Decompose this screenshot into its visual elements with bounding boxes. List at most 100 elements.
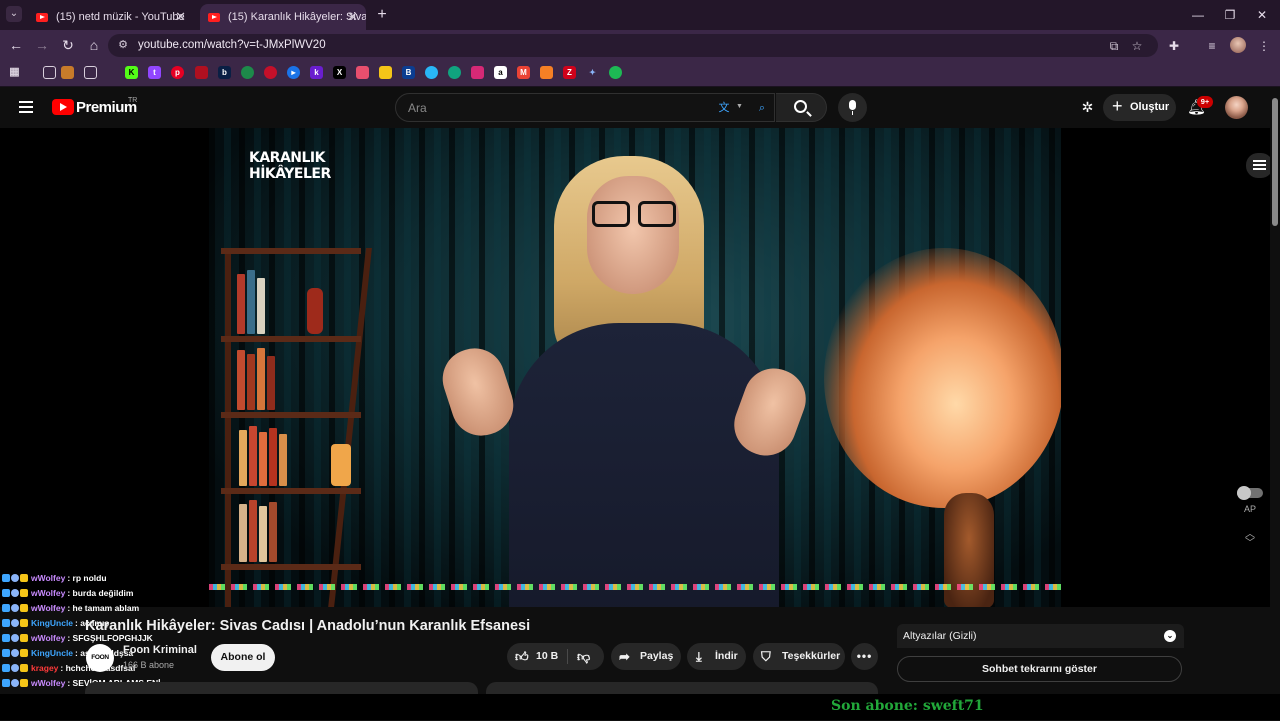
youtube-favicon-icon xyxy=(208,13,220,22)
share-icon: ➦ xyxy=(619,649,630,664)
browser-profile-avatar[interactable] xyxy=(1230,37,1246,53)
folder-icon[interactable] xyxy=(84,66,97,79)
site-info-icon[interactable]: ⚙ xyxy=(116,38,130,52)
extension-icon[interactable]: k xyxy=(310,66,323,79)
amazon-icon[interactable]: a xyxy=(494,66,507,79)
stream-overlay-bar xyxy=(0,694,1280,720)
instagram-icon[interactable] xyxy=(471,66,484,79)
extension-icon[interactable] xyxy=(448,66,461,79)
bing-icon[interactable]: b xyxy=(218,66,231,79)
extension-icon[interactable] xyxy=(379,66,392,79)
extension-icon[interactable] xyxy=(195,66,208,79)
kick-icon[interactable]: K xyxy=(125,66,138,79)
extension-search-icon[interactable]: ⌕ xyxy=(753,99,771,117)
bookmark-icon[interactable] xyxy=(61,66,74,79)
back-icon[interactable]: ← xyxy=(7,36,25,54)
voice-search-button[interactable] xyxy=(838,93,867,122)
extension-icon[interactable] xyxy=(264,66,277,79)
description-box[interactable] xyxy=(85,682,478,694)
download-button[interactable]: ⤓ İndir xyxy=(687,643,746,670)
folder-icon[interactable] xyxy=(43,66,56,79)
home-icon[interactable]: ⌂ xyxy=(85,36,103,54)
more-actions-icon[interactable]: ••• xyxy=(851,643,878,670)
page-scrollbar[interactable] xyxy=(1270,88,1280,694)
install-app-icon[interactable]: ⧉ xyxy=(1106,38,1122,54)
chat-username[interactable]: kragey xyxy=(31,663,58,673)
twitch-icon[interactable]: t xyxy=(148,66,161,79)
like-count[interactable]: 10 B xyxy=(536,643,558,670)
cast-extension-icon[interactable]: ✲ xyxy=(1079,99,1096,116)
extension-icon[interactable]: ✦ xyxy=(586,66,599,79)
thanks-label: Teşekkürler xyxy=(782,650,841,662)
playlist-icon[interactable] xyxy=(1246,153,1273,178)
chat-badges-icon xyxy=(2,619,29,628)
search-button[interactable] xyxy=(776,93,827,122)
description-box[interactable] xyxy=(486,682,878,694)
translate-icon[interactable]: 文 xyxy=(717,101,731,115)
bookmark-star-icon[interactable]: ☆ xyxy=(1129,38,1145,54)
share-label: Paylaş xyxy=(640,650,674,662)
chevron-down-icon[interactable]: ⌄ xyxy=(1164,630,1176,642)
forward-icon[interactable]: → xyxy=(33,36,51,54)
browser-menu-icon[interactable]: ⋮ xyxy=(1255,37,1273,55)
browser-tab-active[interactable]: (15) Karanlık Hikâyeler: Sivas Cadı ✕ xyxy=(200,4,366,30)
account-avatar[interactable] xyxy=(1225,96,1248,119)
expand-collapse-icon[interactable]: ︿ ﹀ xyxy=(1243,530,1257,549)
browser-tab[interactable]: (15) netd müzik - YouTube ✕ xyxy=(28,4,194,30)
chat-username[interactable]: wWolfey xyxy=(31,573,65,583)
extension-icon[interactable]: ▸ xyxy=(287,66,300,79)
subscribe-button[interactable]: Abone ol xyxy=(211,644,275,671)
channel-name[interactable]: Foon Kriminal xyxy=(123,644,197,656)
extension-icon[interactable]: M xyxy=(517,66,530,79)
reload-icon[interactable]: ↻ xyxy=(59,36,77,54)
chat-username[interactable]: wWolfey xyxy=(31,588,65,598)
url-text[interactable]: youtube.com/watch?v=t-JMxPlWV20 xyxy=(138,39,326,51)
thanks-button[interactable]: ⛉ Teşekkürler xyxy=(753,643,845,670)
apps-grid-icon[interactable]: ▦ xyxy=(8,66,21,79)
like-icon[interactable]: 👍︎ xyxy=(515,643,529,670)
chat-username[interactable]: KingUncle xyxy=(31,618,73,628)
chat-username[interactable]: KingUncle xyxy=(31,648,73,658)
search-input[interactable] xyxy=(408,101,708,115)
spotify-icon[interactable] xyxy=(609,66,622,79)
create-button[interactable]: + Oluştur xyxy=(1103,94,1176,121)
share-button[interactable]: ➦ Paylaş xyxy=(611,643,681,670)
guide-menu-icon[interactable] xyxy=(19,101,33,113)
media-control-icon[interactable]: ≡ xyxy=(1203,37,1221,55)
x-icon[interactable]: X xyxy=(333,66,346,79)
tab-search-icon[interactable]: ⌄ xyxy=(6,6,22,22)
search-icon xyxy=(794,100,807,113)
search-box[interactable]: 文 ▼ ⌕ xyxy=(395,93,775,122)
new-tab-icon[interactable]: + xyxy=(374,6,390,24)
extension-icon[interactable]: B xyxy=(402,66,415,79)
extension-icon[interactable]: Z xyxy=(563,66,576,79)
address-bar[interactable]: ⚙ youtube.com/watch?v=t-JMxPlWV20 ⧉ ☆ xyxy=(108,34,1158,57)
restore-icon[interactable]: ❐ xyxy=(1220,6,1240,24)
extensions-icon[interactable]: ✚ xyxy=(1165,37,1183,55)
video-title: Karanlık Hikâyeler: Sivas Cadısı | Anado… xyxy=(85,618,531,634)
chat-username[interactable]: wWolfey xyxy=(31,633,65,643)
extension-icon[interactable] xyxy=(241,66,254,79)
chat-username[interactable]: wWolfey xyxy=(31,603,65,613)
youtube-logo-icon[interactable] xyxy=(52,99,74,115)
tab-close-icon[interactable]: ✕ xyxy=(347,4,358,30)
subtitles-panel[interactable]: Altyazılar (Gizli) ⌄ xyxy=(897,624,1184,648)
close-window-icon[interactable]: ✕ xyxy=(1252,6,1272,24)
extension-icon[interactable] xyxy=(540,66,553,79)
chat-text: : SFGŞHLFOPGHJJK xyxy=(67,633,153,643)
chevron-down-icon[interactable]: ▼ xyxy=(736,103,743,110)
scrollbar-thumb[interactable] xyxy=(1272,98,1278,226)
autoplay-toggle[interactable] xyxy=(1237,486,1263,500)
minimize-icon[interactable]: — xyxy=(1188,6,1208,24)
chat-username[interactable]: wWolfey xyxy=(31,678,65,688)
video-player[interactable]: KARANLIK HİKÂYELER xyxy=(209,128,1061,607)
pinterest-icon[interactable]: p xyxy=(171,66,184,79)
show-chat-replay-button[interactable]: Sohbet tekrarını göster xyxy=(897,656,1182,682)
extension-icon[interactable] xyxy=(425,66,438,79)
channel-avatar[interactable]: FOON xyxy=(86,644,114,672)
tab-close-icon[interactable]: ✕ xyxy=(175,4,186,30)
super-thanks-icon: ⛉ xyxy=(761,649,771,664)
pampas-lamp xyxy=(824,248,1061,508)
dislike-icon[interactable]: 👎︎ xyxy=(577,643,590,670)
extension-icon[interactable] xyxy=(356,66,369,79)
